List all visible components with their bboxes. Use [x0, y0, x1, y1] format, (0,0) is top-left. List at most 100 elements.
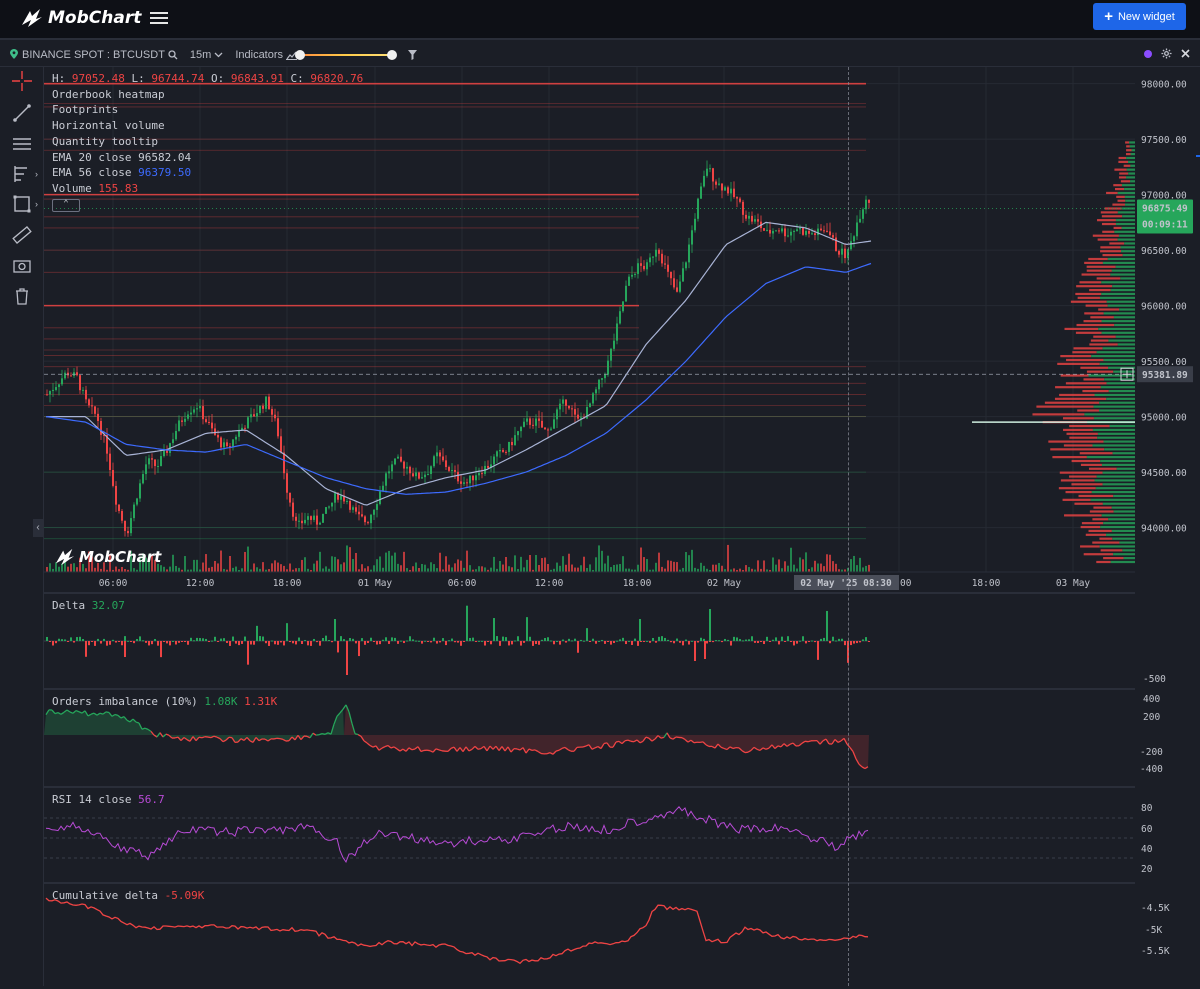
volume-bar [67, 567, 69, 572]
legend-footprints[interactable]: Footprints [52, 102, 363, 118]
cumulative-delta-pane[interactable]: Cumulative delta -5.09K [44, 884, 1135, 986]
volume-bar [343, 562, 345, 572]
legend-horizontal-volume[interactable]: Horizontal volume [52, 118, 363, 134]
cumulative-delta-chart[interactable] [44, 884, 1135, 986]
price-axis-labels[interactable]: 98000.0097500.0097000.0096500.0096000.00… [1135, 67, 1200, 592]
candle-body [541, 421, 543, 428]
volume-bar [721, 566, 723, 572]
delta-bar [46, 637, 48, 641]
delta-bar [862, 639, 864, 641]
candle-body [415, 473, 417, 477]
rsi-pane[interactable]: RSI 14 close 56.7 [44, 788, 1135, 884]
tool-expand-chevron-icon-2[interactable]: › [35, 199, 38, 209]
time-axis-tick: 02 May [707, 578, 742, 589]
fib-tool-icon[interactable] [12, 164, 32, 184]
tool-expand-chevron-icon[interactable]: › [35, 169, 38, 179]
menu-icon[interactable] [150, 9, 168, 27]
symbol-label: BTCUSDT [113, 49, 165, 61]
trend-line-icon[interactable] [12, 103, 32, 123]
volume-profile-sell [1079, 495, 1114, 497]
slider-min-handle[interactable] [295, 50, 305, 60]
candle-body [847, 249, 849, 258]
indicators-button[interactable]: Indicators [235, 49, 297, 61]
delta-axis[interactable]: -500 [1135, 594, 1200, 688]
candle-body [616, 323, 618, 340]
volume-bar [454, 563, 456, 572]
slider-max-handle[interactable] [387, 50, 397, 60]
rsi-chart[interactable] [44, 788, 1135, 882]
camera-icon[interactable] [12, 256, 32, 276]
volume-bar [511, 567, 513, 572]
volume-profile-buy [1093, 444, 1135, 446]
candle-body [112, 470, 114, 486]
volume-bar [271, 563, 273, 572]
legend-collapse-button[interactable]: ⌃ [52, 199, 80, 212]
delta-chart[interactable] [44, 594, 1135, 688]
delta-bar [220, 639, 222, 641]
collapse-panel-handle[interactable]: ‹ [33, 519, 43, 537]
delta-bar [166, 641, 168, 643]
horizontal-lines-icon[interactable] [12, 134, 32, 154]
legend-orderbook-heatmap[interactable]: Orderbook heatmap [52, 87, 363, 103]
symbol-selector[interactable]: BINANCE SPOT : BTCUSDT [22, 49, 178, 61]
ruler-icon[interactable] [12, 225, 32, 245]
volume-bar [427, 568, 429, 572]
orders-imbalance-pane[interactable]: Orders imbalance (10%) 1.08K 1.31K [44, 690, 1135, 788]
candle-body [133, 505, 135, 519]
volume-profile-sell [1067, 433, 1098, 435]
candle-body [412, 473, 414, 476]
volume-profile-sell [1121, 180, 1130, 182]
legend-quantity-tooltip[interactable]: Quantity tooltip [52, 134, 363, 150]
price-axis[interactable]: 98000.0097500.0097000.0096500.0096000.00… [1135, 67, 1200, 592]
delta-bar [568, 639, 570, 641]
volume-profile-buy [1102, 320, 1135, 322]
oi-axis-tick: 400 [1143, 694, 1160, 705]
legend-ema56[interactable]: EMA 56 close 96379.50 [52, 165, 363, 181]
app-logo[interactable]: MobChart [20, 6, 141, 30]
delta-bar [718, 640, 720, 641]
delta-bar [544, 638, 546, 641]
candle-body [712, 168, 714, 181]
delta-bar [340, 636, 342, 641]
legend-volume[interactable]: Volume 155.83 [52, 181, 363, 197]
delta-pane[interactable]: Delta 32.07 [44, 594, 1135, 690]
delta-bar [631, 641, 633, 645]
volume-profile-sell [1087, 371, 1113, 373]
delta-bar [835, 641, 837, 642]
candle-body [781, 228, 783, 231]
legend-ema20[interactable]: EMA 20 close 96582.04 [52, 150, 363, 166]
candle-body [283, 453, 285, 474]
cumulative-delta-axis[interactable]: -4.5K -5K -5.5K [1135, 884, 1200, 986]
volume-bar [814, 561, 816, 572]
candle-body [118, 505, 120, 511]
volume-profile-sell [1089, 468, 1117, 470]
candle-body [64, 373, 66, 379]
rsi-axis[interactable]: 80 60 40 20 [1135, 788, 1200, 882]
gear-icon[interactable] [1161, 48, 1172, 59]
filter-icon[interactable] [408, 50, 417, 60]
candle-body [475, 475, 477, 480]
candle-body [493, 457, 495, 465]
heatmap-intensity-slider[interactable] [295, 49, 397, 61]
candle-body [304, 520, 306, 523]
volume-profile-sell [1097, 219, 1116, 221]
volume-profile-buy [1100, 297, 1135, 299]
volume-bar [790, 548, 792, 572]
price-chart-pane[interactable]: 06:0012:0018:0001 May06:0012:0018:0002 M… [44, 67, 1135, 594]
new-widget-button[interactable]: + New widget [1093, 3, 1186, 30]
trash-icon[interactable] [12, 286, 32, 306]
orders-imbalance-axis[interactable]: 400 200 -200 -400 [1135, 690, 1200, 786]
timeframe-selector[interactable]: 15m [190, 49, 223, 61]
candle-body [49, 391, 51, 394]
delta-bar [229, 641, 231, 646]
oi-axis-tick: 200 [1143, 712, 1160, 723]
delta-bar [565, 641, 567, 643]
volume-bar [799, 557, 801, 572]
crosshair-icon[interactable] [12, 71, 32, 91]
rectangle-tool-icon[interactable] [12, 194, 32, 214]
volume-profile-sell [1064, 444, 1093, 446]
candle-body [274, 415, 276, 419]
candle-body [436, 452, 438, 456]
volume-bar [637, 565, 639, 572]
close-icon[interactable] [1181, 49, 1190, 58]
